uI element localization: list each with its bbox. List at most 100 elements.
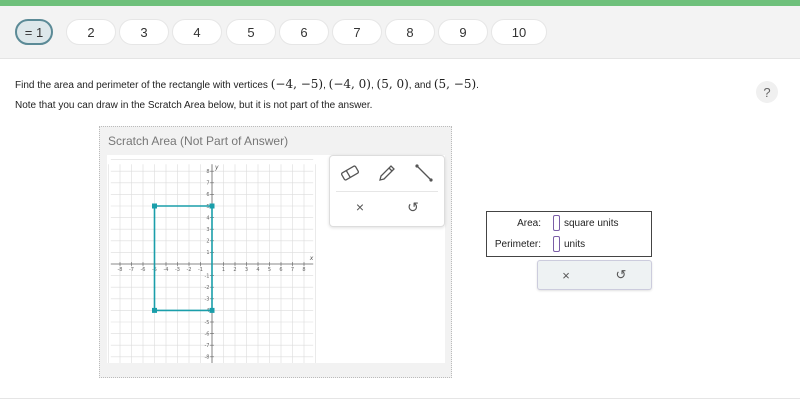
- answer-controls: × ↺: [537, 260, 652, 290]
- x-tick-label: -7: [129, 267, 134, 273]
- x-tick-label: -1: [198, 267, 203, 273]
- y-tick-label: 7: [206, 181, 209, 187]
- perimeter-unit: units: [564, 239, 586, 250]
- perimeter-row: Perimeter: units: [487, 235, 653, 255]
- x-tick-label: -3: [175, 267, 180, 273]
- perimeter-label: Perimeter:: [494, 239, 541, 250]
- question-prefix: Find the area and perimeter of the recta…: [15, 80, 268, 91]
- rectangle-shape: [153, 205, 213, 312]
- y-tick-label: -3: [205, 297, 210, 303]
- scratch-note: Note that you can draw in the Scratch Ar…: [15, 100, 373, 111]
- rectangle-vertex: [209, 307, 215, 313]
- x-tick-label: -4: [164, 267, 169, 273]
- y-tick-label: 2: [206, 239, 209, 245]
- rectangle-vertex: [152, 307, 157, 313]
- area-label: Area:: [517, 218, 541, 229]
- x-tick-label: 8: [302, 267, 305, 273]
- clear-scratch-button[interactable]: ×: [345, 194, 375, 220]
- y-tick-label: 1: [206, 250, 209, 256]
- y-tick-label: 8: [206, 169, 209, 175]
- x-tick-label: 2: [233, 267, 236, 273]
- x-tick-label: -6: [141, 267, 146, 273]
- area-input[interactable]: [553, 215, 560, 231]
- separator: ,: [370, 80, 374, 91]
- y-tick-label: -5: [205, 320, 210, 326]
- question-button-6[interactable]: 6: [279, 19, 329, 45]
- x-tick-label: 6: [279, 267, 282, 273]
- x-tick-label: 3: [245, 267, 248, 273]
- question-text: Find the area and perimeter of the recta…: [15, 77, 479, 91]
- x-tick-label: 5: [268, 267, 271, 273]
- vertex-4: (5, −5): [433, 77, 477, 91]
- vertex-1: (−4, −5): [270, 77, 324, 91]
- undo-scratch-button[interactable]: ↺: [398, 194, 428, 220]
- vertex-3: (5, 0): [376, 77, 409, 91]
- drawing-toolbox: × ↺: [329, 155, 445, 227]
- y-tick-label: -4: [205, 308, 210, 314]
- perimeter-input[interactable]: [553, 236, 560, 252]
- undo-answer-button[interactable]: ↺: [601, 263, 641, 287]
- rectangle-vertex: [209, 203, 215, 209]
- scratch-area-title: Scratch Area (Not Part of Answer): [108, 134, 289, 148]
- x-axis-label: x: [309, 255, 314, 262]
- line-tool-button[interactable]: [409, 160, 439, 186]
- close-icon: ×: [562, 267, 570, 283]
- question-button-1[interactable]: = 1: [15, 19, 53, 45]
- and-word: , and: [408, 80, 432, 91]
- y-tick-label: 4: [206, 215, 209, 221]
- answer-box: Area: square units Perimeter: units: [486, 211, 652, 257]
- help-button[interactable]: ?: [756, 81, 778, 103]
- question-button-label: 2: [87, 24, 95, 40]
- y-tick-label: 5: [206, 204, 209, 210]
- question-button-label: = 1: [24, 24, 44, 40]
- pencil-icon: [379, 165, 395, 181]
- x-tick-label: 1: [222, 267, 225, 273]
- question-button-label: 6: [300, 24, 308, 40]
- area-unit: square units: [564, 218, 619, 229]
- eraser-icon: [340, 165, 360, 181]
- question-button-label: 5: [247, 24, 255, 40]
- question-button-3[interactable]: 3: [119, 19, 169, 45]
- question-button-2[interactable]: 2: [66, 19, 116, 45]
- question-nav: = 1 2 3 4 5 6 7 8 9 10: [0, 6, 800, 59]
- y-tick-label: -2: [205, 285, 210, 291]
- y-tick-label: 3: [206, 227, 209, 233]
- rectangle-vertex: [152, 203, 157, 209]
- y-tick-label: -1: [205, 273, 210, 279]
- area-row: Area: square units: [487, 214, 653, 234]
- question-button-5[interactable]: 5: [226, 19, 276, 45]
- question-button-10[interactable]: 10: [491, 19, 547, 45]
- question-button-7[interactable]: 7: [332, 19, 382, 45]
- undo-icon: ↺: [407, 198, 419, 215]
- line-segment-icon: [415, 164, 433, 182]
- x-tick-label: -8: [118, 267, 123, 273]
- question-button-label: 4: [193, 24, 201, 40]
- x-tick-label: 4: [256, 267, 259, 273]
- question-mark-icon: ?: [763, 84, 771, 100]
- question-button-label: 7: [353, 24, 361, 40]
- x-tick-label: -2: [187, 267, 192, 273]
- y-axis-label: y: [214, 164, 219, 171]
- close-icon: ×: [355, 199, 365, 215]
- question-button-label: 9: [459, 24, 467, 40]
- separator: ,: [323, 80, 326, 91]
- question-button-4[interactable]: 4: [172, 19, 222, 45]
- question-button-label: 10: [511, 24, 527, 40]
- vertex-2: (−4, 0): [328, 77, 371, 91]
- y-tick-label: -7: [205, 343, 210, 349]
- footer-divider: [0, 398, 800, 399]
- x-tick-label: 7: [291, 267, 294, 273]
- y-tick-label: -6: [205, 331, 210, 337]
- pencil-tool-button[interactable]: [372, 160, 402, 186]
- question-button-8[interactable]: 8: [385, 19, 435, 45]
- y-tick-label: -8: [205, 355, 210, 361]
- period: .: [476, 80, 479, 91]
- question-button-9[interactable]: 9: [438, 19, 488, 45]
- question-button-label: 3: [140, 24, 148, 40]
- y-tick-label: 6: [206, 192, 209, 198]
- question-button-label: 8: [406, 24, 414, 40]
- toolbox-divider: [336, 191, 438, 192]
- eraser-tool-button[interactable]: [335, 160, 365, 186]
- clear-answer-button[interactable]: ×: [546, 263, 586, 287]
- undo-icon: ↺: [615, 267, 627, 282]
